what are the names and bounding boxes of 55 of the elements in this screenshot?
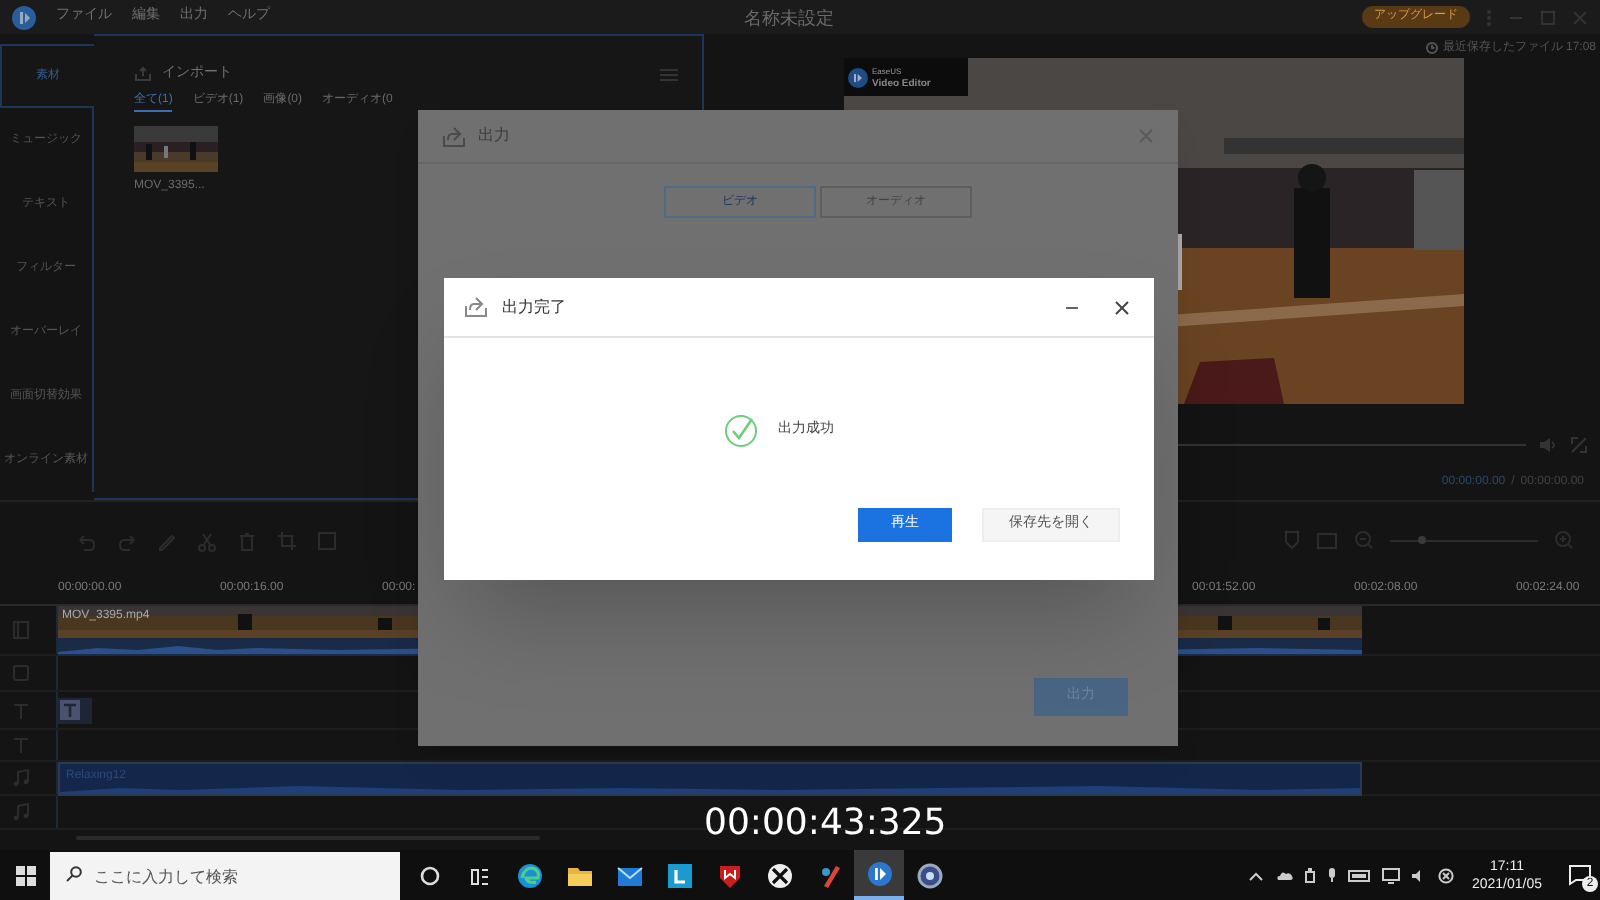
shield-icon xyxy=(715,861,743,889)
notification-icon[interactable] xyxy=(1568,864,1592,886)
check-icon xyxy=(724,414,758,448)
scissors-icon[interactable] xyxy=(196,529,218,551)
maximize-icon[interactable] xyxy=(1540,9,1556,25)
music-note-icon xyxy=(12,768,30,788)
screen-icon[interactable] xyxy=(1316,531,1338,549)
recording-timer: 00:00:43:325 xyxy=(704,804,947,844)
redo-icon[interactable] xyxy=(116,529,138,551)
marker-icon[interactable] xyxy=(1284,530,1300,550)
xbox-icon xyxy=(765,861,793,889)
film-icon xyxy=(12,620,30,640)
monitor-icon[interactable] xyxy=(1381,867,1400,883)
import-icon xyxy=(134,66,152,83)
text-icon xyxy=(12,701,30,719)
circle-icon xyxy=(415,861,443,889)
text-clip[interactable] xyxy=(58,697,92,723)
usb-icon[interactable] xyxy=(1303,866,1316,884)
app-logo-icon xyxy=(12,5,36,29)
microphone-icon[interactable] xyxy=(1325,866,1338,884)
chevron-up-icon[interactable] xyxy=(1247,869,1264,881)
menu-icon[interactable] xyxy=(660,67,678,82)
zoom-out-icon[interactable] xyxy=(1354,530,1374,550)
search-icon xyxy=(66,866,82,882)
browser-icon xyxy=(515,861,543,889)
dialog-title: 出力完了 xyxy=(502,295,566,319)
slider-thumb[interactable] xyxy=(1418,536,1427,544)
taskbar-button[interactable] xyxy=(854,850,904,900)
close-icon[interactable] xyxy=(1114,299,1130,315)
clock-icon xyxy=(1426,42,1439,54)
volume-icon[interactable] xyxy=(1538,436,1558,454)
export-icon xyxy=(464,296,488,318)
fullscreen-icon[interactable] xyxy=(1570,436,1588,454)
cloud-icon[interactable] xyxy=(1273,868,1294,882)
logo-icon xyxy=(848,67,868,87)
windows-icon[interactable] xyxy=(15,865,35,885)
editor-icon xyxy=(865,859,893,887)
window-title: 名称未設定 xyxy=(744,6,834,32)
pencil-icon[interactable] xyxy=(156,529,178,551)
crop-icon[interactable] xyxy=(276,529,298,551)
zoom-in-icon[interactable] xyxy=(1554,530,1574,550)
ime-icon[interactable] xyxy=(1437,867,1454,883)
square-icon xyxy=(12,664,30,682)
export-icon xyxy=(442,125,466,147)
trash-icon[interactable] xyxy=(236,529,258,551)
gear-icon xyxy=(915,861,943,889)
text-icon xyxy=(12,736,30,754)
l-app-icon xyxy=(665,861,693,889)
battery-icon[interactable] xyxy=(1347,869,1372,881)
undo-icon[interactable] xyxy=(76,529,98,551)
music-note-icon xyxy=(12,802,30,822)
search-field[interactable]: ここに入力して検索 xyxy=(50,852,400,900)
frame-icon[interactable] xyxy=(316,529,338,551)
text-clip-icon xyxy=(60,700,80,720)
mail-icon xyxy=(615,861,643,889)
